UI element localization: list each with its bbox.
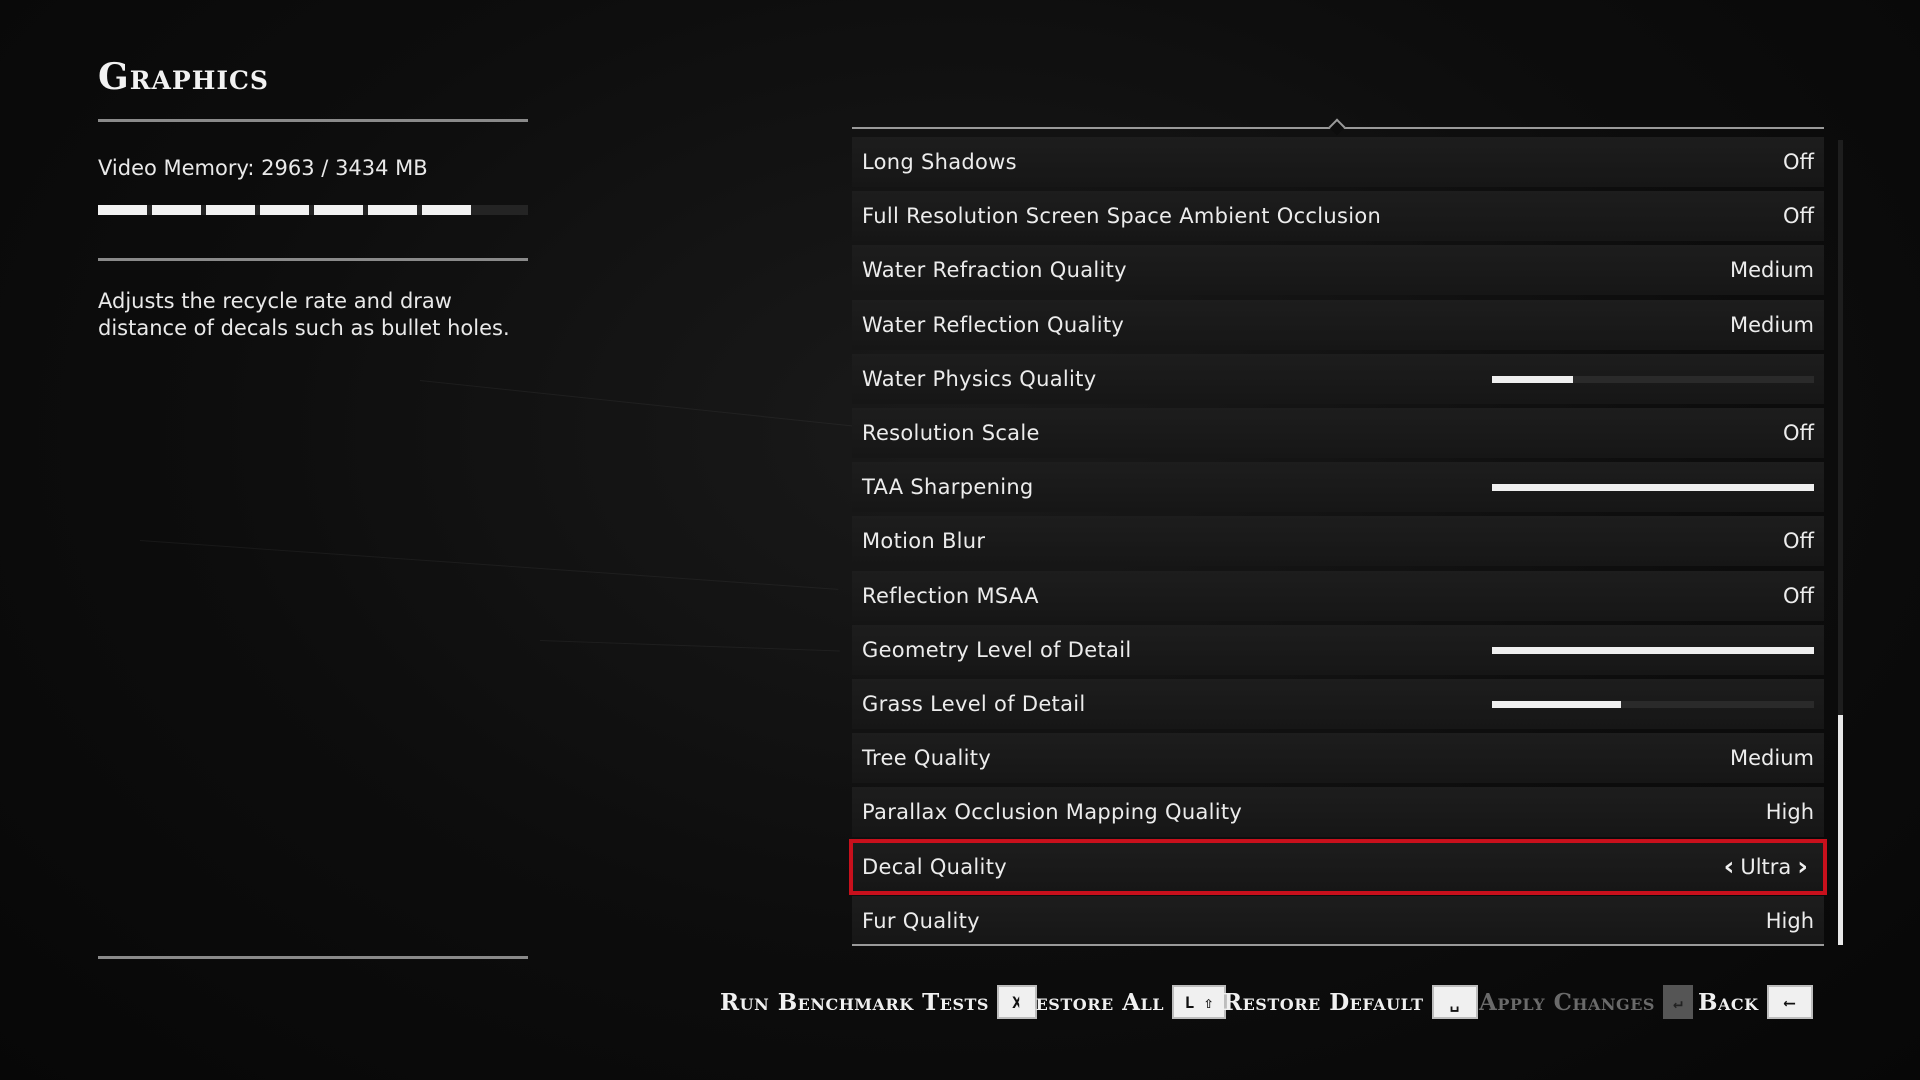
texture-scratch (139, 540, 839, 590)
setting-label: Geometry Level of Detail (862, 638, 1132, 662)
scrollbar[interactable] (1838, 140, 1843, 945)
setting-row[interactable]: Reflection MSAA Off (852, 571, 1824, 621)
divider (98, 258, 528, 261)
key-space-icon: ␣ (1431, 985, 1478, 1019)
setting-label: Water Physics Quality (862, 367, 1097, 391)
setting-value[interactable]: ‹ Ultra › (1718, 842, 1814, 892)
list-bottom-border (852, 944, 1824, 946)
slider-fill (1492, 701, 1621, 708)
video-memory-segment (152, 205, 201, 215)
setting-row[interactable]: Parallax Occlusion Mapping Quality High (852, 787, 1824, 837)
video-memory-separator: / (321, 156, 329, 180)
setting-row[interactable]: Fur Quality High (852, 896, 1824, 946)
setting-label: Full Resolution Screen Space Ambient Occ… (862, 204, 1382, 228)
video-memory-segment (260, 205, 309, 215)
setting-label: Fur Quality (862, 909, 980, 933)
setting-row[interactable]: Full Resolution Screen Space Ambient Occ… (852, 191, 1824, 241)
restore-all-label: Restore All (1016, 988, 1165, 1016)
video-memory-segment (314, 205, 363, 215)
setting-value-text: Ultra (1740, 855, 1792, 879)
video-memory-segment (98, 205, 147, 215)
setting-label: Reflection MSAA (862, 584, 1039, 608)
setting-row[interactable]: Water Reflection Quality Medium (852, 300, 1824, 350)
setting-slider[interactable] (1492, 376, 1814, 383)
setting-value: High (1765, 800, 1814, 824)
setting-slider[interactable] (1492, 484, 1814, 491)
setting-row[interactable]: Long Shadows Off (852, 137, 1824, 187)
setting-label: Grass Level of Detail (862, 692, 1086, 716)
setting-value: Medium (1730, 313, 1814, 337)
chevron-right-icon[interactable]: › (1791, 842, 1814, 892)
setting-label: Resolution Scale (862, 421, 1040, 445)
chevron-left-icon[interactable]: ‹ (1718, 842, 1741, 892)
setting-value: Off (1783, 529, 1814, 553)
apply-changes-button[interactable]: Apply Changes ↵ (1479, 980, 1693, 1024)
slider-fill (1492, 647, 1814, 654)
setting-label: TAA Sharpening (862, 475, 1034, 499)
back-label: Back (1698, 988, 1759, 1016)
scrollbar-thumb[interactable] (1838, 715, 1843, 945)
video-memory-segment (206, 205, 255, 215)
back-button[interactable]: Back ⟵ (1698, 980, 1813, 1024)
setting-label: Water Reflection Quality (862, 313, 1125, 337)
setting-value: Medium (1730, 746, 1814, 770)
divider (98, 119, 528, 122)
setting-value: Medium (1730, 258, 1814, 282)
setting-slider[interactable] (1492, 701, 1814, 708)
scroll-up-indicator (1328, 118, 1346, 136)
setting-row[interactable]: Tree Quality Medium (852, 733, 1824, 783)
setting-row[interactable]: Resolution Scale Off (852, 408, 1824, 458)
setting-value: High (1765, 909, 1814, 933)
setting-row[interactable]: Motion Blur Off (852, 516, 1824, 566)
restore-default-label: Restore Default (1223, 988, 1424, 1016)
setting-row[interactable]: TAA Sharpening (852, 462, 1824, 512)
slider-fill (1492, 484, 1814, 491)
setting-row[interactable]: Decal Quality ‹ Ultra › (849, 839, 1827, 895)
setting-label: Water Refraction Quality (862, 258, 1127, 282)
setting-label: Tree Quality (862, 746, 992, 770)
setting-description: Adjusts the recycle rate and draw distan… (98, 289, 510, 340)
apply-changes-label: Apply Changes (1479, 988, 1655, 1016)
setting-row[interactable]: Grass Level of Detail (852, 679, 1824, 729)
video-memory-total: 3434 MB (335, 156, 428, 180)
key-enter-icon: ↵ (1662, 985, 1693, 1019)
page-title: Graphics (98, 56, 269, 98)
video-memory-label: Video Memory: (98, 156, 255, 180)
setting-label: Decal Quality (862, 855, 1007, 879)
key-l-shift-icon: L ⇧ (1172, 985, 1227, 1019)
video-memory-fill (98, 205, 471, 215)
restore-default-button[interactable]: Restore Default ␣ (1223, 980, 1478, 1024)
key-backspace-icon: ⟵ (1766, 985, 1813, 1019)
setting-label: Parallax Occlusion Mapping Quality (862, 800, 1243, 824)
texture-scratch (539, 640, 840, 652)
setting-row[interactable]: Geometry Level of Detail (852, 625, 1824, 675)
restore-all-button[interactable]: Restore All L ⇧ (1016, 980, 1227, 1024)
slider-fill (1492, 376, 1573, 383)
setting-value: Off (1783, 421, 1814, 445)
setting-value: Off (1783, 584, 1814, 608)
setting-value: Off (1783, 204, 1814, 228)
video-memory-used: 2963 (261, 156, 315, 180)
video-memory-segment (368, 205, 417, 215)
setting-value: Off (1783, 150, 1814, 174)
divider (98, 956, 528, 959)
setting-label: Motion Blur (862, 529, 986, 553)
setting-row[interactable]: Water Physics Quality (852, 354, 1824, 404)
video-memory-bar (98, 205, 528, 215)
setting-slider[interactable] (1492, 647, 1814, 654)
setting-label: Long Shadows (862, 150, 1017, 174)
setting-row[interactable]: Water Refraction Quality Medium (852, 245, 1824, 295)
video-memory-segment (422, 205, 471, 215)
video-memory-readout: Video Memory: 2963 / 3434 MB (98, 156, 428, 180)
run-benchmark-button[interactable]: Run Benchmark Tests X (720, 980, 1037, 1024)
action-bar: Run Benchmark Tests X Restore All L ⇧ Re… (0, 980, 1920, 1024)
run-benchmark-label: Run Benchmark Tests (720, 988, 989, 1016)
